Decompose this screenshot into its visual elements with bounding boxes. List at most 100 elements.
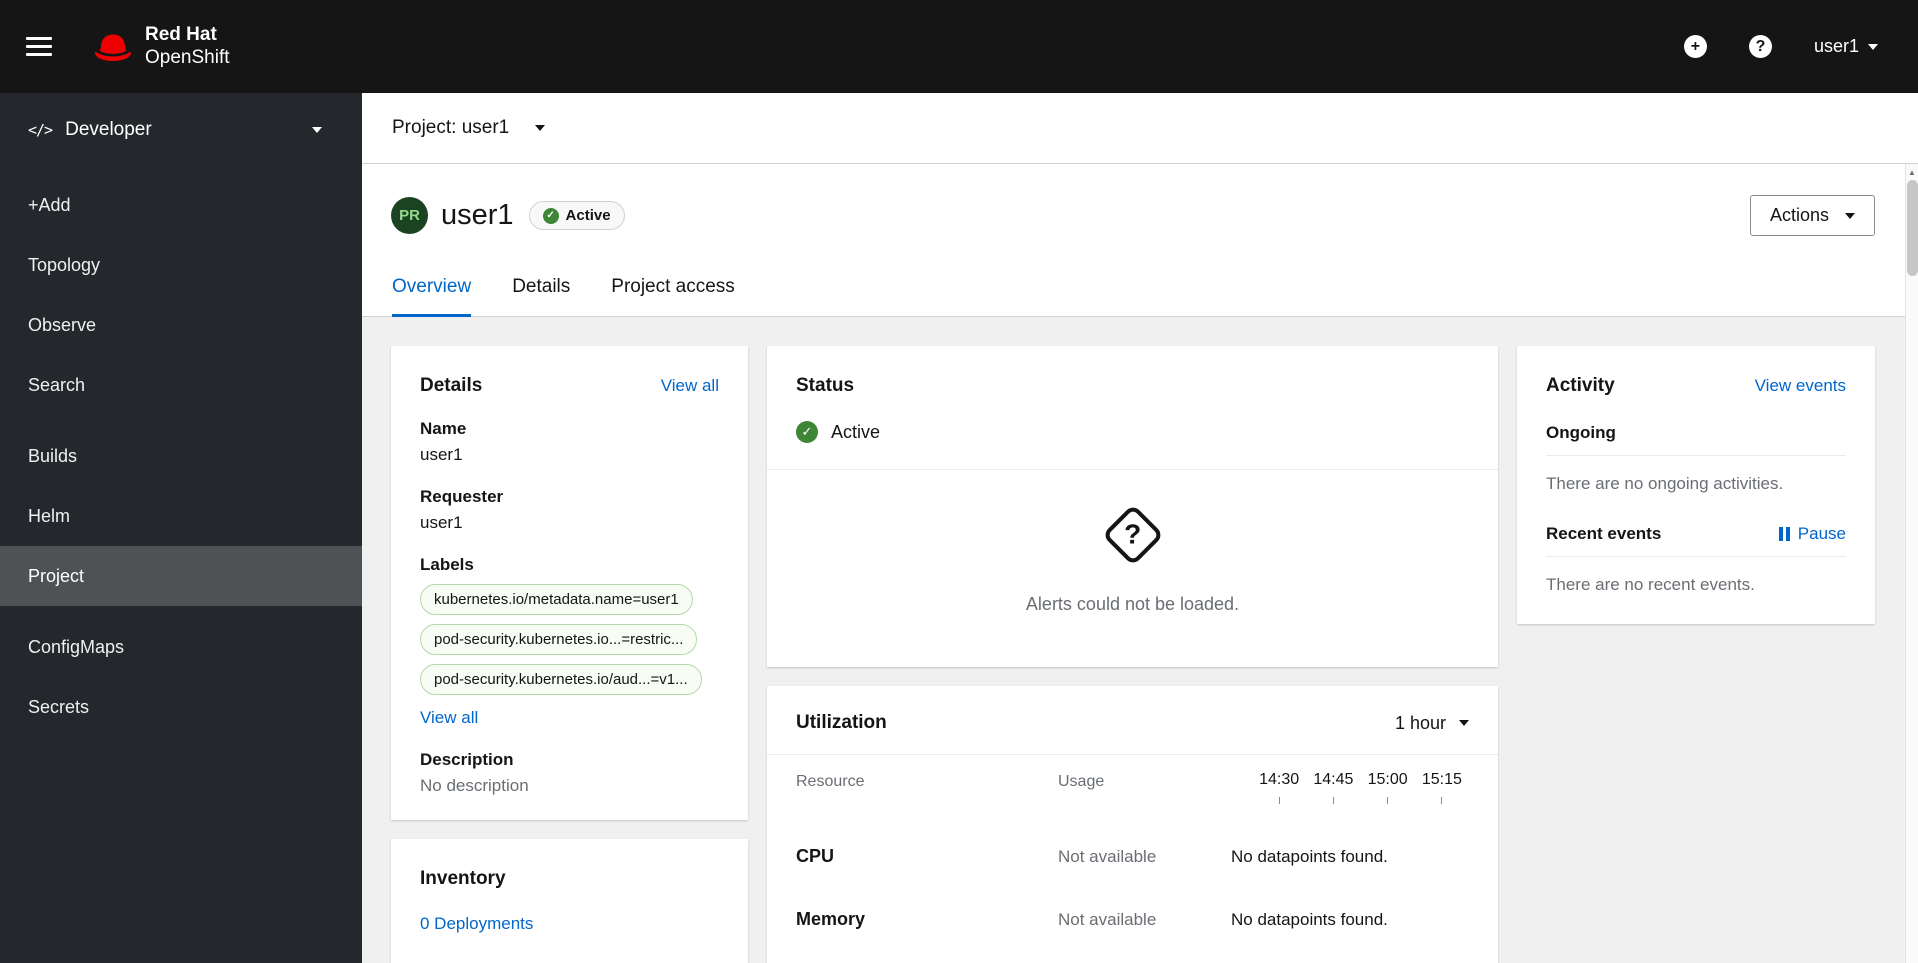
sidebar-item-label: Helm [28,505,71,526]
resource-datapoints: No datapoints found. [1231,847,1388,866]
tab-project-access[interactable]: Project access [611,276,735,317]
divider [1546,556,1846,557]
tab-details[interactable]: Details [512,276,570,317]
middle-column: Status ✓ Active ? Alerts could not be lo… [767,346,1498,963]
tab-overview[interactable]: Overview [392,276,472,317]
sidebar-item-project[interactable]: Project [0,546,362,606]
sidebar-item-add[interactable]: +Add [0,175,362,235]
add-circle-icon[interactable]: + [1683,35,1707,58]
col-usage: Usage [1058,773,1105,790]
sidebar-item-topology[interactable]: Topology [0,235,362,295]
label-chip[interactable]: kubernetes.io/metadata.name=user1 [420,584,693,615]
chevron-down-icon [1868,43,1878,50]
status-card: Status ✓ Active ? Alerts could not be lo… [767,346,1498,667]
sidebar-item-label: Search [28,374,86,395]
user-menu-label: user1 [1813,36,1859,56]
sidebar-item-label: Builds [28,445,78,466]
page-header: PR user1 ✓ Active Actions Overview Detai… [362,164,1918,317]
help-icon[interactable]: ? [1748,35,1772,58]
time-tick: 14:30 [1252,755,1306,804]
project-status-text: Active [831,421,881,442]
status-badge-label: Active [565,207,611,224]
activity-card: Activity View events Ongoing There are n… [1517,346,1875,624]
details-card: Details View all Name user1 Requester us… [391,346,748,820]
sidebar-nav: </> Developer +Add Topology Observe Sear… [0,93,362,963]
brand-line-2: OpenShift [145,46,230,68]
question-glyph: ? [1123,518,1142,550]
code-icon: </> [28,120,53,139]
utilization-table: Resource Usage 14:30 14:45 15:00 15:15 C… [767,755,1498,930]
sidebar-item-secrets[interactable]: Secrets [0,677,362,737]
ongoing-label: Ongoing [1546,423,1616,442]
page-scroll-area: PR user1 ✓ Active Actions Overview Detai… [362,164,1918,963]
actions-button-label: Actions [1769,205,1829,225]
duration-dropdown[interactable]: 1 hour [1395,713,1469,734]
shell: </> Developer +Add Topology Observe Sear… [0,93,1918,963]
inventory-card-title: Inventory [420,868,506,889]
chevron-down-icon [1459,720,1469,726]
unknown-state-icon-wrap: ? [1101,502,1164,568]
description-label: Description [420,750,514,769]
unknown-state-icon: ? [1101,503,1164,567]
chevron-down-icon [1845,212,1855,219]
tick-mark [1441,797,1443,804]
tick-mark [1332,797,1334,804]
resource-usage: Not available [1058,847,1157,866]
ongoing-empty-text: There are no ongoing activities. [1546,474,1784,493]
details-view-all-link[interactable]: View all [661,376,719,396]
pause-icon [1778,527,1790,541]
scrollbar[interactable]: ▲ [1905,164,1918,963]
project-selector-label: Project: user1 [392,117,510,138]
sidebar-item-label: Observe [28,314,97,335]
tick-mark [1278,797,1280,804]
deployments-link[interactable]: 0 Deployments [420,914,533,934]
alerts-message: Alerts could not be loaded. [1025,594,1240,614]
time-tick: 14:45 [1306,755,1360,804]
sidebar-item-builds[interactable]: Builds [0,426,362,486]
time-label: 14:45 [1313,771,1354,788]
sidebar-item-helm[interactable]: Helm [0,486,362,546]
tab-bar: Overview Details Project access [391,276,1875,317]
chevron-down-icon [312,126,322,133]
perspective-switcher[interactable]: </> Developer [0,93,362,166]
user-menu[interactable]: user1 [1814,36,1878,57]
redhat-hat-icon [95,34,131,61]
labels-view-all-link[interactable]: View all [420,708,478,728]
check-circle-icon: ✓ [796,421,818,443]
masthead-toolbar: + ? user1 [1683,35,1878,58]
resource-name: CPU [796,846,835,866]
utilization-header: Utilization 1 hour [767,686,1498,755]
scrollbar-thumb[interactable] [1907,180,1918,276]
time-label: 14:30 [1259,771,1300,788]
status-card-title: Status [796,375,855,396]
sidebar-item-label: Secrets [28,696,90,717]
scroll-up-icon[interactable]: ▲ [1906,164,1918,177]
right-column: Activity View events Ongoing There are n… [1517,346,1875,624]
alerts-empty-state: ? Alerts could not be loaded. [796,470,1469,615]
nav-list: +Add Topology Observe Search Builds Helm… [0,166,362,737]
nav-section-gap [0,606,362,617]
openshift-console: Red Hat OpenShift + ? user1 </> Develope… [0,0,1918,963]
sidebar-item-configmaps[interactable]: ConfigMaps [0,617,362,677]
sidebar-item-label: Topology [28,254,101,275]
actions-button[interactable]: Actions [1749,195,1875,236]
view-events-link[interactable]: View events [1755,376,1846,396]
resource-name: Memory [796,909,866,929]
time-tick: 15:15 [1415,755,1469,804]
duration-value: 1 hour [1394,712,1446,733]
menu-icon[interactable] [26,37,52,56]
project-selector[interactable]: Project: user1 [362,93,1918,164]
label-chip[interactable]: pod-security.kubernetes.io/aud...=v1... [420,664,702,695]
sidebar-item-observe[interactable]: Observe [0,295,362,355]
requester-label: Requester [420,487,504,506]
requester-value: user1 [420,513,463,532]
inventory-card: Inventory 0 Deployments [391,839,748,963]
utilization-card: Utilization 1 hour Resource Usage 14:30 [767,686,1498,963]
labels-label: Labels [420,555,474,574]
label-chip[interactable]: pod-security.kubernetes.io...=restric... [420,624,698,655]
masthead: Red Hat OpenShift + ? user1 [0,0,1918,93]
pause-events-button[interactable]: Pause [1778,524,1846,544]
sidebar-item-search[interactable]: Search [0,355,362,415]
status-badge: ✓ Active [528,201,625,230]
title-row: PR user1 ✓ Active Actions [391,195,1875,236]
